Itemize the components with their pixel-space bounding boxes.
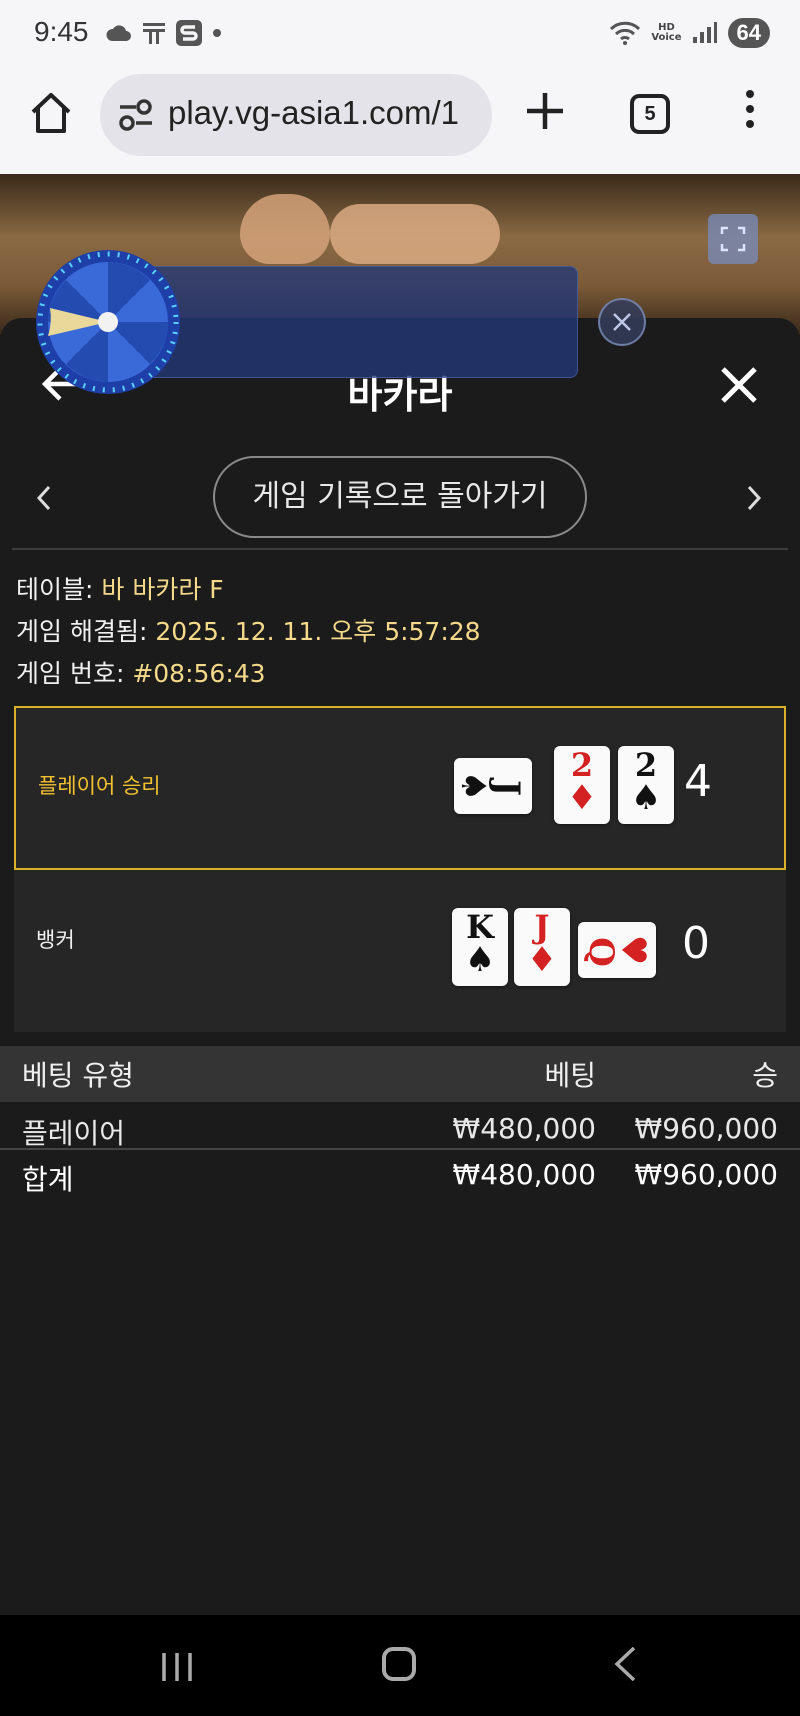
banker-result-row: 뱅커 K ♠ J ♦ Q ♥ 0 — [14, 870, 786, 1032]
history-navigation: 게임 기록으로 돌아가기 — [0, 456, 800, 540]
status-bar: 9:45 HD Voice 64 — [0, 0, 800, 68]
status-system-icons: HD Voice 64 — [609, 18, 770, 48]
card-suit: ♠ — [464, 940, 496, 980]
bet-type: 플레이어 — [22, 1117, 126, 1150]
hd-voice-icon: HD Voice — [651, 23, 681, 43]
resolved-info: 게임 해결됨: 2025. 12. 11. 오후 5:57:28 — [16, 612, 481, 648]
player-card-1: ♠ J — [453, 758, 532, 814]
header-win: 승 — [752, 1059, 778, 1092]
dealer-hand — [330, 204, 500, 264]
status-notification-icons — [106, 20, 222, 46]
back-to-history-button[interactable]: 게임 기록으로 돌아가기 — [213, 456, 587, 538]
recent-apps-icon[interactable] — [160, 1651, 194, 1683]
resolved-label: 게임 해결됨: — [16, 617, 156, 646]
new-tab-icon[interactable] — [524, 90, 566, 132]
svg-text:♥: ♥ — [613, 935, 653, 965]
app-s-icon — [176, 20, 202, 46]
total-row: 합계 ₩480,000 ₩960,000 — [0, 1150, 800, 1196]
dot-icon — [213, 29, 221, 37]
total-bet: ₩480,000 — [452, 1158, 596, 1191]
screen: 9:45 HD Voice 64 play.vg-asia1.com/1 5 바… — [0, 0, 800, 1716]
card-suit: ♦ — [526, 940, 558, 980]
banker-result-label: 뱅커 — [36, 928, 75, 952]
table-value: 바 바카라 F — [101, 575, 224, 604]
voice-label: Voice — [651, 32, 682, 43]
header-bet: 베팅 — [544, 1059, 596, 1092]
header-bet-type: 베팅 유형 — [22, 1059, 134, 1092]
jack-of-spades-card: ♠ J — [453, 771, 527, 801]
bets-table-header: 베팅 유형 베팅 승 — [0, 1046, 800, 1102]
card-suit: ♠ — [630, 778, 662, 818]
prize-wheel-icon[interactable] — [34, 248, 182, 396]
card-rank: J — [534, 908, 550, 946]
site-settings-icon[interactable] — [118, 98, 154, 132]
total-label: 합계 — [22, 1163, 74, 1196]
battery-indicator: 64 — [727, 18, 770, 48]
player-score: 4 — [684, 756, 712, 807]
status-time: 9:45 — [34, 16, 89, 47]
divider — [12, 548, 788, 550]
card-rank: 2 — [570, 746, 594, 784]
total-win: ₩960,000 — [634, 1158, 778, 1191]
game-number-value: #08:56:43 — [132, 659, 266, 688]
banker-card-2: J ♦ — [514, 908, 570, 986]
close-icon — [613, 313, 631, 331]
card-suit: ♦ — [566, 778, 598, 818]
banker-card-3: Q ♥ — [578, 922, 656, 978]
bet-amount: ₩480,000 — [452, 1112, 596, 1145]
game-number-info: 게임 번호: #08:56:43 — [16, 654, 266, 690]
wifi-icon — [610, 21, 641, 45]
home-icon[interactable] — [28, 90, 74, 136]
dealer-hand — [240, 194, 330, 264]
more-menu-icon[interactable] — [740, 90, 760, 135]
system-navigation-bar — [0, 1615, 800, 1716]
card-rank: 2 — [634, 746, 658, 784]
cloud-icon — [106, 25, 131, 41]
queen-of-hearts-card: Q ♥ — [581, 935, 653, 967]
player-card-2: 2 ♦ — [554, 746, 610, 824]
table-info: 테이블: 바 바카라 F — [16, 570, 224, 606]
expand-icon — [720, 226, 746, 252]
player-result-label: 플레이어 승리 — [38, 774, 161, 798]
chevron-left-icon[interactable] — [34, 484, 54, 512]
tab-switcher-button[interactable]: 5 — [630, 94, 670, 134]
fullscreen-button[interactable] — [708, 214, 758, 264]
address-bar[interactable]: play.vg-asia1.com/1 — [100, 74, 492, 156]
svg-text:J: J — [487, 777, 527, 796]
banker-score: 0 — [682, 918, 710, 969]
home-button[interactable] — [382, 1647, 416, 1681]
card-rank: K — [466, 908, 494, 946]
browser-toolbar: play.vg-asia1.com/1 5 — [0, 68, 800, 174]
game-number-label: 게임 번호: — [16, 659, 133, 688]
resolved-value: 2025. 12. 11. 오후 5:57:28 — [155, 617, 481, 646]
banner-close-button[interactable] — [598, 298, 646, 346]
back-icon[interactable] — [612, 1645, 638, 1683]
carrier-t-icon — [143, 23, 165, 44]
promo-banner[interactable] — [130, 266, 578, 378]
player-result-row: 플레이어 승리 ♠ J 2 ♦ 2 ♠ 4 — [14, 706, 786, 870]
table-label: 테이블: — [16, 575, 102, 604]
win-amount: ₩960,000 — [634, 1112, 778, 1145]
signal-icon — [692, 22, 717, 43]
table-row: 플레이어 ₩480,000 ₩960,000 — [0, 1104, 800, 1150]
chevron-right-icon[interactable] — [744, 484, 764, 512]
banker-card-1: K ♠ — [452, 908, 508, 986]
url-text: play.vg-asia1.com/1 — [168, 94, 460, 131]
player-card-3: 2 ♠ — [618, 746, 674, 824]
